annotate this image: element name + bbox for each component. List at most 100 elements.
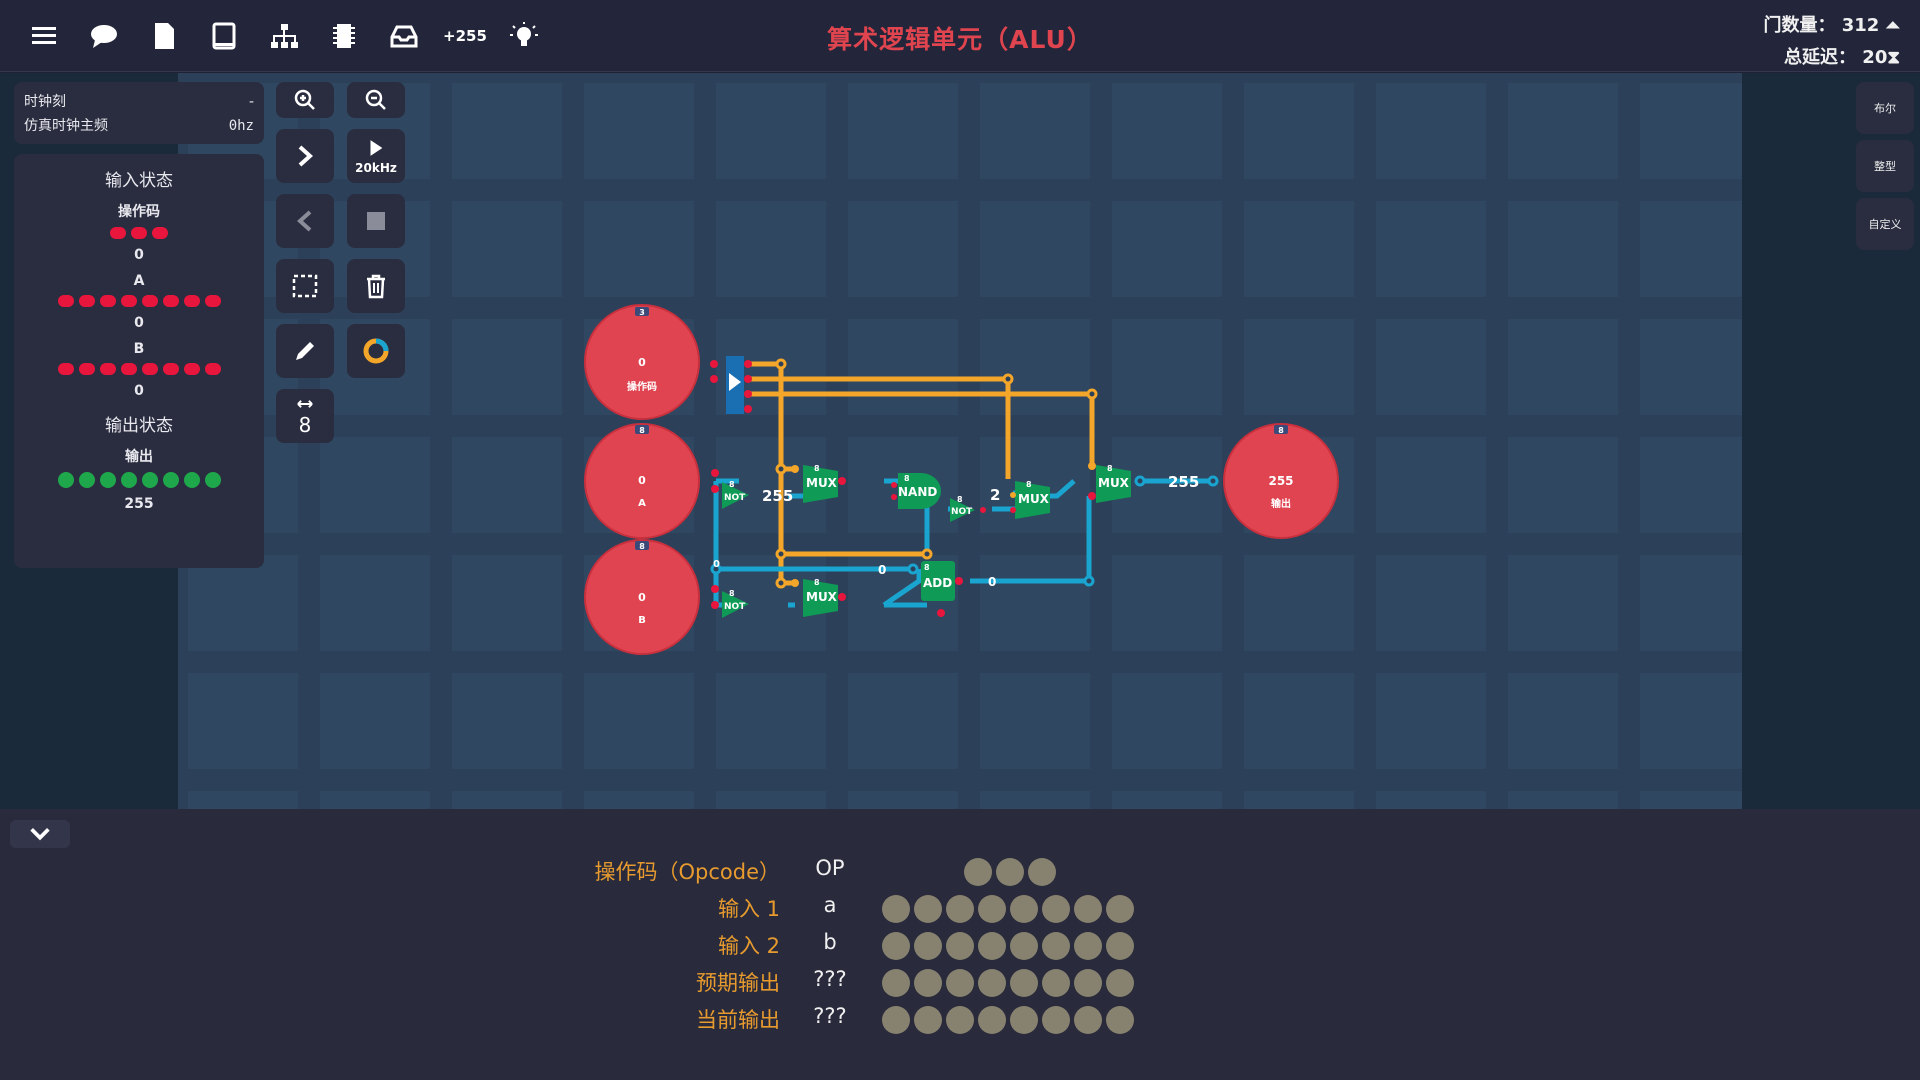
- opcode-input-node[interactable]: 3 0 操作码: [584, 304, 700, 420]
- inbox-icon[interactable]: [384, 16, 424, 56]
- svg-text:NOT: NOT: [951, 507, 973, 517]
- bit-led: [1042, 969, 1070, 997]
- delete-button[interactable]: [347, 259, 405, 313]
- grid-tile: [1244, 201, 1354, 297]
- grid-tile: [584, 791, 694, 809]
- svg-text:8: 8: [814, 464, 820, 473]
- a-label: A: [133, 273, 145, 289]
- top-toolbar: +255 算术逻辑单元（ALU） 门数量： 312 ⏶ 总延迟： 20⧗: [0, 0, 1920, 72]
- io-status-panel: 输入状态 操作码 0 A 0 B 0 输出状态 输出 255: [14, 154, 264, 568]
- score-badge: +255: [443, 27, 487, 45]
- play-button[interactable]: 20kHz: [347, 129, 405, 183]
- bit-led: [99, 472, 116, 488]
- bit-width-button[interactable]: 8: [276, 389, 334, 443]
- grid-tile: [320, 673, 430, 769]
- grid-tile: [584, 673, 694, 769]
- grid-tile: [980, 83, 1090, 179]
- chat-icon[interactable]: [84, 16, 124, 56]
- grid: [188, 83, 1742, 809]
- bit-led: [996, 858, 1024, 886]
- grid-tile: [1112, 791, 1222, 809]
- bit-led: [1010, 1006, 1038, 1034]
- svg-text:操作码: 操作码: [627, 380, 657, 393]
- a-input-node[interactable]: 8 0 A: [584, 423, 700, 539]
- step-back-button[interactable]: [276, 194, 334, 248]
- b-input-node[interactable]: 8 0 B: [584, 539, 700, 655]
- grid-tile: [452, 437, 562, 533]
- bit-led: [141, 295, 158, 307]
- bit-led: [57, 363, 74, 375]
- grid-tile: [848, 673, 958, 769]
- pencil-button[interactable]: [276, 324, 334, 378]
- grid-tile: [1112, 319, 1222, 415]
- grid-tile: [320, 791, 430, 809]
- output-bits: [14, 472, 264, 488]
- svg-text:8: 8: [729, 480, 735, 489]
- gate-count: 门数量： 312 ⏶: [1763, 15, 1900, 36]
- collapse-button[interactable]: [10, 820, 70, 848]
- nand-gate[interactable]: NAND 8: [898, 473, 941, 509]
- mux-gate-b[interactable]: MUX 8: [803, 578, 838, 617]
- svg-text:NOT: NOT: [724, 493, 746, 503]
- select-button[interactable]: [276, 259, 334, 313]
- bit-led: [882, 932, 910, 960]
- test-row-input2: 输入 2 b: [0, 930, 1920, 960]
- grid-tile: [452, 555, 562, 651]
- bool-mode-button[interactable]: 布尔: [1856, 82, 1914, 134]
- hourglass-icon: ⧗: [1887, 47, 1900, 68]
- bit-led: [131, 227, 147, 239]
- bit-led: [204, 295, 221, 307]
- row-bits: [882, 895, 1134, 923]
- zoom-in-button[interactable]: [276, 82, 334, 118]
- bit-led: [1106, 1006, 1134, 1034]
- document-icon[interactable]: [144, 16, 184, 56]
- circuit-svg[interactable]: 255 255 0 0 0 2 3 0 操作码 8 0 A 8 0 B 8 25…: [178, 73, 1742, 809]
- add-gate[interactable]: ADD 8: [921, 561, 955, 601]
- selection-icon: [292, 274, 318, 298]
- custom-mode-button[interactable]: 自定义: [1856, 198, 1914, 250]
- wire-value: 255: [762, 487, 793, 505]
- grid-tile: [848, 201, 958, 297]
- step-forward-button[interactable]: [276, 129, 334, 183]
- svg-text:8: 8: [729, 589, 735, 598]
- chip-icon[interactable]: [324, 16, 364, 56]
- opcode-bits: [14, 227, 264, 239]
- row-bits: [882, 932, 1134, 960]
- bit-led: [1074, 1006, 1102, 1034]
- svg-text:8: 8: [1278, 426, 1284, 435]
- mux-gate-1[interactable]: MUX 8: [803, 464, 838, 503]
- stop-button[interactable]: [347, 194, 405, 248]
- grid-tile: [716, 83, 826, 179]
- hierarchy-icon[interactable]: [264, 16, 304, 56]
- zoom-out-button[interactable]: [347, 82, 405, 118]
- color-button[interactable]: [347, 324, 405, 378]
- row-symbol: a: [823, 893, 837, 917]
- grid-tile: [980, 319, 1090, 415]
- stop-icon: [367, 212, 385, 230]
- svg-text:255: 255: [1268, 474, 1293, 488]
- b-bits: [14, 363, 264, 375]
- bit-led: [1106, 969, 1134, 997]
- book-icon[interactable]: [204, 16, 244, 56]
- speed-label: 20kHz: [355, 161, 397, 175]
- grid-tile: [1640, 673, 1742, 769]
- grid-tile: [980, 791, 1090, 809]
- clock-tick-row: 时钟刻 -: [24, 90, 254, 114]
- gate-icon: ⏶: [1879, 15, 1900, 36]
- svg-text:8: 8: [1026, 480, 1032, 489]
- output-node[interactable]: 8 255 输出: [1223, 423, 1339, 539]
- total-delay: 总延迟： 20⧗: [1784, 47, 1900, 68]
- menu-icon[interactable]: [24, 16, 64, 56]
- clock-freq-value: 0hz: [228, 118, 254, 134]
- int-mode-button[interactable]: 整型: [1856, 140, 1914, 192]
- lightbulb-icon[interactable]: [504, 16, 544, 56]
- grid-tile: [1376, 319, 1486, 415]
- row-label: 预期输出: [696, 971, 780, 995]
- output-value: 255: [124, 496, 154, 512]
- grid-tile: [188, 791, 298, 809]
- svg-text:0: 0: [638, 356, 646, 369]
- circuit-canvas[interactable]: 255 255 0 0 0 2 3 0 操作码 8 0 A 8 0 B 8 25…: [178, 73, 1742, 809]
- svg-text:NOT: NOT: [724, 602, 746, 612]
- bit-led: [946, 1006, 974, 1034]
- bit-led: [141, 363, 158, 375]
